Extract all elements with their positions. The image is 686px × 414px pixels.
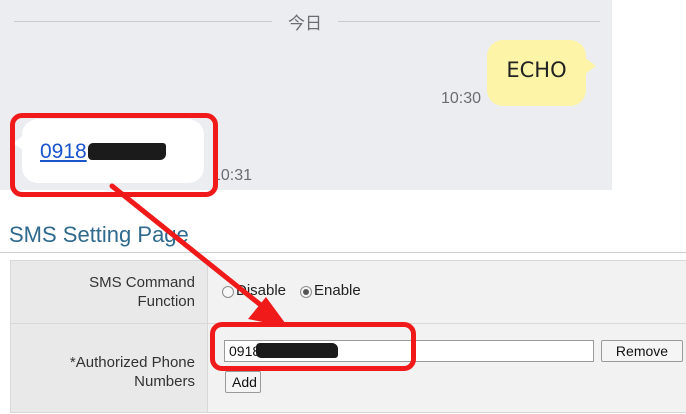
red-arrow <box>109 183 288 327</box>
arrow-shaft <box>109 183 265 309</box>
